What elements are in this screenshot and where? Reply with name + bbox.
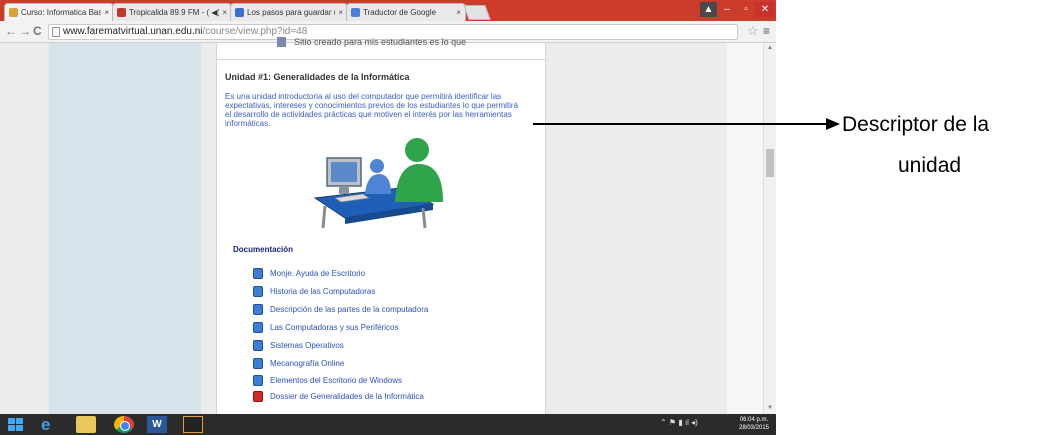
windows-start-icon[interactable] xyxy=(6,416,26,433)
url-path: /course/view.php?id=48 xyxy=(202,26,308,37)
tab-curso[interactable]: Curso: Informatica Basica × xyxy=(4,3,114,21)
back-arrow-icon[interactable]: ← xyxy=(5,24,17,38)
resource-link[interactable]: Monje. Ayuda de Escritorio xyxy=(253,266,365,280)
windows-taskbar: e W ⌃ ⚑ ▮ ıl ◂) 06:04 p.m. 28/03/2015 xyxy=(0,414,776,435)
section-heading: Documentación xyxy=(233,245,294,254)
course-content: Sitio creado para mis estudiantes es lo … xyxy=(216,37,547,414)
tab-strip: Curso: Informatica Basica × Tropicalida … xyxy=(0,0,776,21)
close-icon[interactable]: × xyxy=(104,8,109,17)
tab-traductor[interactable]: Traductor de Google × xyxy=(346,3,466,21)
close-window-button[interactable]: ✕ xyxy=(755,2,775,17)
maximize-button[interactable]: ▫ xyxy=(737,2,755,17)
paint-icon[interactable] xyxy=(183,416,203,433)
word-icon[interactable]: W xyxy=(147,416,167,433)
forward-arrow-icon[interactable]: → xyxy=(19,24,31,38)
close-icon[interactable]: × xyxy=(456,8,461,17)
resource-link[interactable]: Sistemas Operativos xyxy=(253,338,344,352)
page-icon xyxy=(52,27,60,37)
document-icon xyxy=(253,321,263,333)
scroll-up-arrow-icon[interactable]: ▲ xyxy=(767,45,773,51)
resource-link[interactable]: Las Computadoras y sus Periféricos xyxy=(253,320,399,334)
resource-link[interactable]: Mecanografía Online xyxy=(253,356,344,370)
close-icon[interactable]: × xyxy=(338,8,343,17)
document-icon xyxy=(253,374,263,386)
page-viewport: Sitio creado para mis estudiantes es lo … xyxy=(0,37,776,414)
bookmark-star-icon[interactable]: ☆ xyxy=(747,23,759,39)
section-divider xyxy=(217,59,547,60)
internet-explorer-icon[interactable]: e xyxy=(41,416,61,433)
resource-link[interactable]: Descripción de las partes de la computad… xyxy=(253,302,428,316)
file-explorer-icon[interactable] xyxy=(76,416,96,433)
page-favicon-icon xyxy=(235,8,244,17)
previous-resource-label: Sitio creado para mis estudiantes es lo … xyxy=(294,37,467,47)
document-icon xyxy=(253,285,263,297)
scrollbar-thumb[interactable] xyxy=(766,149,774,177)
system-tray[interactable]: ⌃ ⚑ ▮ ıl ◂) xyxy=(660,418,698,427)
moodle-favicon-icon xyxy=(9,8,18,17)
right-column xyxy=(727,43,763,414)
browser-screenshot: Curso: Informatica Basica × Tropicalida … xyxy=(0,0,776,435)
menu-icon[interactable]: ≡ xyxy=(763,24,770,38)
reload-icon[interactable]: C xyxy=(33,24,42,38)
document-icon xyxy=(277,37,286,47)
unit-description: Es una unidad introductoria al uso del c… xyxy=(225,92,519,128)
previous-resource[interactable]: Sitio creado para mis estudiantes es lo … xyxy=(277,37,466,47)
chrome-icon[interactable] xyxy=(114,416,134,433)
close-icon[interactable]: × xyxy=(222,8,227,17)
pdf-icon xyxy=(253,390,263,402)
resource-link[interactable]: Elementos del Escritorio de Windows xyxy=(253,373,402,387)
vertical-scrollbar[interactable]: ▲ ▼ xyxy=(763,43,776,414)
annotation-arrow-line xyxy=(533,123,831,125)
annotation-label: Descriptor de la unidad xyxy=(842,104,1042,186)
tab-tropicalida[interactable]: Tropicalida 89.9 FM - ( ◀) × xyxy=(112,3,232,21)
document-icon xyxy=(253,357,263,369)
scroll-down-arrow-icon[interactable]: ▼ xyxy=(767,405,773,411)
url-host: www.farematvirtual.unan.edu.ni xyxy=(63,26,203,37)
radio-favicon-icon xyxy=(117,8,126,17)
tab-los-pasos[interactable]: Los pasos para guardar u × xyxy=(230,3,348,21)
computer-user-illustration xyxy=(313,138,443,229)
annotation-line2: unidad xyxy=(898,154,962,177)
taskbar-clock[interactable]: 06:04 p.m. 28/03/2015 xyxy=(734,416,774,432)
annotation-line1: Descriptor de la xyxy=(842,113,990,136)
document-icon xyxy=(253,303,263,315)
annotation-arrowhead-icon xyxy=(826,118,840,130)
translate-favicon-icon xyxy=(351,8,360,17)
left-sidebar xyxy=(49,43,201,414)
unit-title: Unidad #1: Generalidades de la Informáti… xyxy=(225,72,410,82)
resource-link[interactable]: Dossier de Generalidades de la Informáti… xyxy=(253,389,424,403)
user-icon[interactable]: ▲ xyxy=(700,2,717,17)
document-icon xyxy=(253,339,263,351)
minimize-button[interactable]: – xyxy=(718,2,736,17)
resource-link[interactable]: Historia de las Computadoras xyxy=(253,284,375,298)
document-icon xyxy=(253,267,263,279)
new-tab-button[interactable] xyxy=(463,5,491,20)
